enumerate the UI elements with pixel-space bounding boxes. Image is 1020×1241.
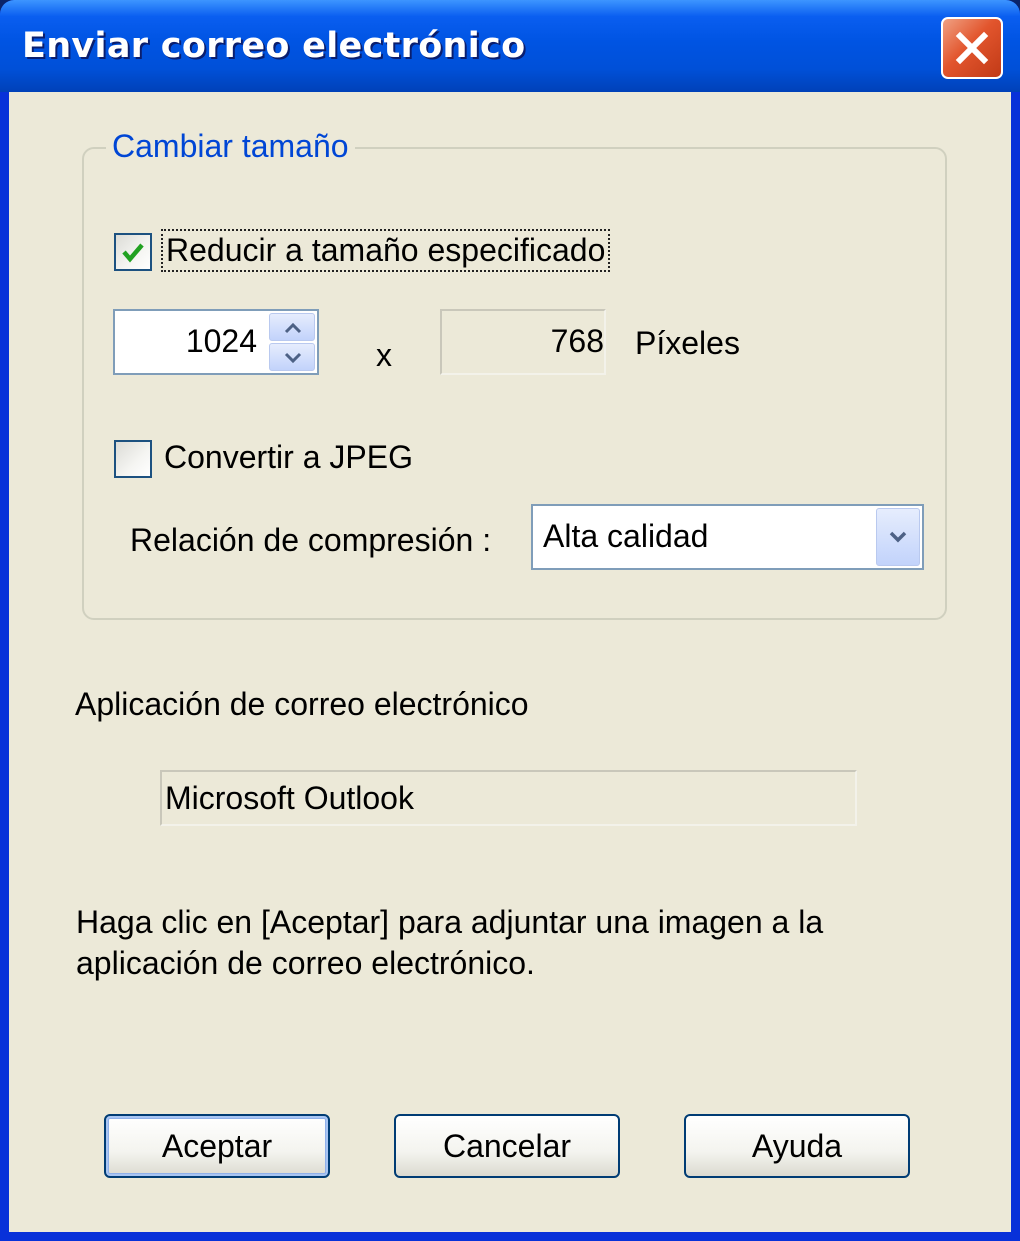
spin-down-button[interactable] bbox=[269, 343, 315, 371]
compression-dropdown[interactable]: Alta calidad bbox=[531, 504, 924, 570]
dialog-body: Cambiar tamaño Reducir a tamaño especifi… bbox=[9, 92, 1011, 1232]
ok-button[interactable]: Aceptar bbox=[104, 1114, 330, 1178]
arrow-down-icon bbox=[284, 352, 302, 364]
dimension-separator: x bbox=[376, 337, 392, 373]
close-button[interactable] bbox=[941, 17, 1003, 79]
convert-jpeg-checkbox[interactable] bbox=[114, 440, 152, 478]
compression-value: Alta calidad bbox=[543, 518, 709, 554]
resize-group-title: Cambiar tamaño bbox=[106, 128, 355, 165]
spin-up-button[interactable] bbox=[269, 313, 315, 341]
arrow-up-icon bbox=[284, 322, 302, 334]
convert-jpeg-label[interactable]: Convertir a JPEG bbox=[164, 439, 413, 476]
title-bar[interactable]: Enviar correo electrónico bbox=[0, 0, 1020, 92]
mail-app-field: Microsoft Outlook bbox=[160, 770, 857, 826]
spin-buttons bbox=[269, 313, 315, 371]
height-value: 768 bbox=[550, 323, 604, 359]
help-button[interactable]: Ayuda bbox=[684, 1114, 910, 1178]
dropdown-button[interactable] bbox=[876, 508, 920, 566]
close-icon bbox=[955, 31, 989, 65]
width-value: 1024 bbox=[185, 323, 257, 359]
instruction-text: Haga clic en [Aceptar] para adjuntar una… bbox=[76, 904, 824, 981]
chevron-down-icon bbox=[889, 531, 907, 543]
cancel-button[interactable]: Cancelar bbox=[394, 1114, 620, 1178]
reduce-size-label[interactable]: Reducir a tamaño especificado bbox=[160, 229, 611, 272]
mail-app-value: Microsoft Outlook bbox=[165, 780, 414, 816]
checkmark-icon bbox=[122, 243, 144, 263]
compression-label: Relación de compresión : bbox=[130, 522, 492, 558]
mail-app-label: Aplicación de correo electrónico bbox=[75, 686, 529, 722]
email-dialog-window: Enviar correo electrónico Cambiar tamaño… bbox=[0, 0, 1020, 1241]
height-field: 768 bbox=[440, 309, 606, 375]
width-spinbox[interactable]: 1024 bbox=[113, 309, 319, 375]
reduce-size-checkbox[interactable] bbox=[114, 233, 152, 271]
window-title: Enviar correo electrónico bbox=[22, 26, 526, 66]
pixels-unit-label: Píxeles bbox=[635, 325, 740, 361]
